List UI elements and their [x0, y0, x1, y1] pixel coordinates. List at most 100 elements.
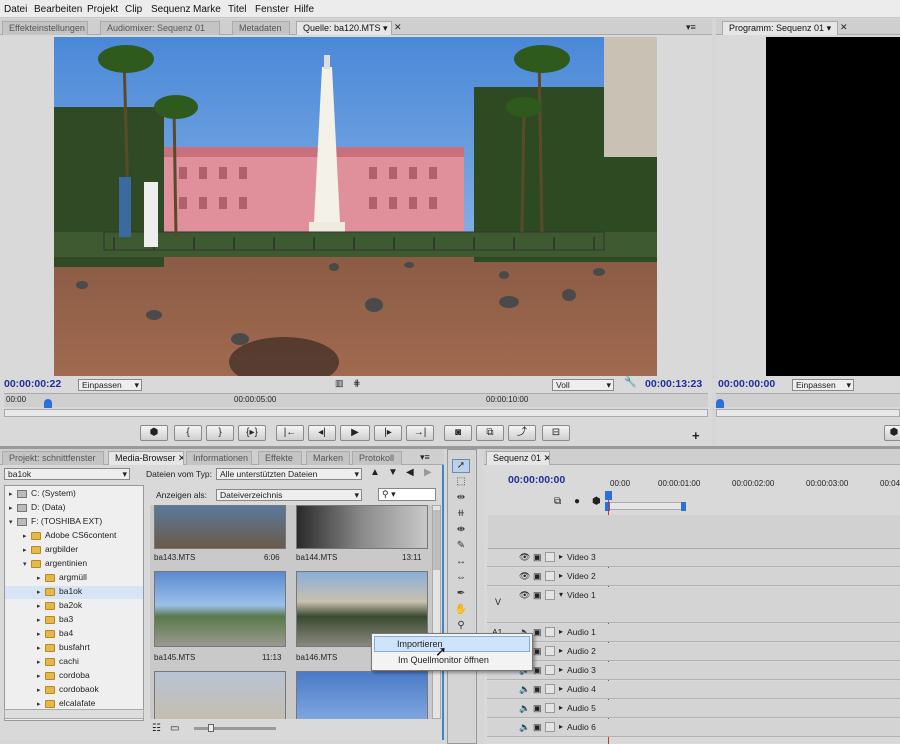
program-timecode[interactable]: 00:00:00:00 — [718, 378, 775, 390]
sync-lock-icon[interactable]: ▣ — [533, 665, 542, 676]
thumbnail-ba145[interactable] — [154, 571, 286, 647]
add-marker-button[interactable]: ⬢ — [140, 425, 168, 441]
ripple-edit-icon[interactable]: ⇹ — [452, 492, 470, 506]
tree-item[interactable]: ▸ argmüll — [5, 572, 143, 585]
mark-in-button[interactable]: { — [174, 425, 202, 441]
tree-item[interactable]: ▸ Adobe CS6content — [5, 530, 143, 543]
slide-icon[interactable]: ⇔ — [452, 572, 470, 586]
thumbnail-next-1[interactable] — [154, 671, 286, 719]
expand-track-icon[interactable]: ▸ — [559, 627, 563, 636]
program-zoom-scrollbar[interactable] — [716, 409, 900, 417]
thumbnail-ba143[interactable] — [154, 505, 286, 549]
tab-program[interactable]: Programm: Sequenz 01 ▾ — [722, 21, 838, 35]
eye-icon[interactable]: 👁 — [519, 590, 530, 601]
menu-7[interactable]: Fenster — [255, 4, 289, 15]
speaker-icon[interactable]: 🔈 — [519, 703, 530, 714]
sequence-ruler[interactable]: 00:00 00:00:01:00 00:00:02:00 00:00:03:0… — [610, 479, 900, 493]
collapsed-icon[interactable]: ▸ — [23, 532, 31, 540]
list-view-icon[interactable]: ☷ — [152, 723, 161, 734]
tree-item[interactable]: ▾ F: (TOSHIBA EXT) — [5, 516, 143, 529]
source-ruler[interactable]: 00:00 00:00:05:00 00:00:10:00 — [4, 393, 708, 408]
rolling-edit-icon[interactable]: ⧺ — [452, 508, 470, 522]
tab-source[interactable]: Quelle: ba120.MTS ▾ — [296, 21, 392, 35]
track-lock-box[interactable] — [545, 703, 555, 713]
track-a[interactable]: 🔈 ▣ ▸ Audio 1 — [487, 624, 900, 642]
pen-icon[interactable]: ✒ — [452, 588, 470, 602]
tree-item[interactable]: ▸ busfahrt — [5, 642, 143, 655]
tree-item[interactable]: ▸ ba1ok — [5, 586, 143, 599]
expand-track-icon[interactable]: ▸ — [559, 665, 563, 674]
track-lock-box[interactable] — [545, 552, 555, 562]
track-v[interactable]: 👁 ▣ ▸ Video 2 — [487, 568, 900, 586]
tree-item[interactable]: ▸ argbilder — [5, 544, 143, 557]
track-lock-box[interactable] — [545, 684, 555, 694]
step-forward-button[interactable]: |▸ — [374, 425, 402, 441]
linked-selection-icon[interactable]: ● — [574, 496, 580, 507]
track-lock-box[interactable] — [545, 590, 555, 600]
collapsed-icon[interactable]: ▸ — [37, 672, 45, 680]
menu-5[interactable]: Marke — [193, 4, 221, 15]
arrow-up-icon[interactable]: ▲ — [370, 467, 380, 478]
sync-lock-icon[interactable]: ▣ — [533, 627, 542, 638]
zoom-slider-thumb[interactable] — [208, 724, 214, 732]
tab-effects[interactable]: Effekte — [258, 451, 302, 465]
tree-item[interactable]: ▾ argentinien — [5, 558, 143, 571]
scroll-thumb[interactable] — [433, 510, 440, 570]
collapsed-icon[interactable]: ▸ — [9, 504, 17, 512]
track-v[interactable]: 👁 ▣ ▾ Video 1 — [487, 587, 900, 623]
collapsed-icon[interactable]: ▸ — [37, 602, 45, 610]
track-a[interactable]: 🔈▣▸Audio 3 — [487, 662, 900, 680]
program-marker-button[interactable]: ⬢ — [884, 425, 900, 441]
menu-item-open-source[interactable]: Im Quellmonitor öffnen — [374, 653, 530, 669]
tab-history[interactable]: Protokoll — [352, 451, 402, 465]
tree-item[interactable]: ▸ ba3 — [5, 614, 143, 627]
slip-icon[interactable]: ↔ — [452, 556, 470, 570]
snap-icon[interactable]: ⧉ — [554, 496, 561, 507]
step-back-in-button[interactable]: |← — [276, 425, 304, 441]
playhead-icon[interactable] — [44, 399, 52, 408]
track-a[interactable]: 🔈 ▣ ▸ Audio 5 — [487, 700, 900, 718]
work-area-bar[interactable] — [605, 502, 686, 511]
collapsed-icon[interactable]: ▸ — [9, 490, 17, 498]
sync-lock-icon[interactable]: ▣ — [533, 646, 542, 657]
rate-stretch-icon[interactable]: ⇼ — [452, 524, 470, 538]
program-ruler[interactable] — [716, 393, 900, 408]
arrow-down-icon[interactable]: ▼ — [388, 467, 398, 478]
sync-lock-icon[interactable]: ▣ — [533, 684, 542, 695]
menu-0[interactable]: Datei — [4, 4, 27, 15]
tree-item[interactable]: ▸ ba2ok — [5, 600, 143, 613]
mark-out-button[interactable]: } — [206, 425, 234, 441]
panel-menu-icon[interactable]: ▾≡ — [686, 22, 696, 33]
track-select-icon[interactable]: ⬚ — [452, 476, 470, 490]
thumbnail-next-2[interactable] — [296, 671, 428, 719]
source-quality-select[interactable]: Voll — [552, 379, 614, 391]
menu-item-import[interactable]: Importieren — [374, 636, 530, 652]
collapsed-icon[interactable]: ▸ — [37, 630, 45, 638]
source-zoom-scrollbar[interactable] — [4, 409, 708, 417]
sync-lock-icon[interactable]: ▣ — [533, 722, 542, 733]
expand-track-icon[interactable]: ▸ — [559, 646, 563, 655]
sequence-timecode[interactable]: 00:00:00:00 — [508, 474, 565, 486]
collapsed-icon[interactable]: ▸ — [23, 546, 31, 554]
speaker-icon[interactable]: 🔈 — [519, 722, 530, 733]
sync-lock-icon[interactable]: ▣ — [533, 552, 542, 563]
export-frame-button[interactable]: ⊟ — [542, 425, 570, 441]
menu-2[interactable]: Projekt — [87, 4, 118, 15]
expand-track-icon[interactable]: ▸ — [559, 722, 563, 731]
track-lock-box[interactable] — [545, 722, 555, 732]
go-to-out-button[interactable]: →| — [406, 425, 434, 441]
expanded-icon[interactable]: ▾ — [9, 518, 17, 526]
tree-item[interactable]: ▸ ba4 — [5, 628, 143, 641]
speaker-icon[interactable]: 🔈 — [519, 684, 530, 695]
step-back-button[interactable]: ◂| — [308, 425, 336, 441]
tree-item[interactable]: ▸ cachi — [5, 656, 143, 669]
camera-icon[interactable]: ◙ — [444, 425, 472, 441]
close-icon[interactable]: ✕ — [840, 22, 848, 33]
track-a[interactable]: 🔈 ▣ ▸ Audio 4 — [487, 681, 900, 699]
file-type-select[interactable]: Alle unterstützten Dateien — [216, 468, 362, 480]
tab-markers[interactable]: Marken — [306, 451, 350, 465]
tab-media-browser[interactable]: Media-Browser ✕ — [108, 451, 184, 465]
folder-select[interactable]: ba1ok — [4, 468, 130, 480]
safe-margin-icon[interactable]: ▥ — [335, 378, 344, 389]
zoom-slider[interactable] — [194, 724, 276, 732]
